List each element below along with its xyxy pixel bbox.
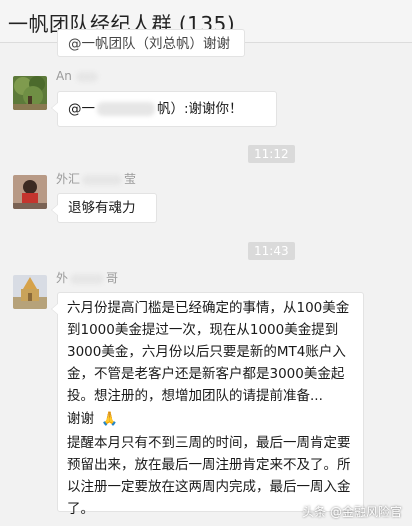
- watermark: 头条 @金融风险官: [302, 505, 402, 519]
- redacted-name: [75, 71, 98, 82]
- avatar-an[interactable]: [13, 76, 47, 110]
- sender-name: 外哥: [56, 271, 119, 285]
- message-bubble[interactable]: @一 帆）:谢谢你！: [51, 91, 277, 127]
- message-paragraph: 六月份提高门槛是已经确定的事情，从100美金到1000美金提过一次，现在从100…: [67, 300, 350, 404]
- sender-name: 外汇莹: [56, 172, 137, 186]
- timestamp: 11:43: [248, 242, 295, 260]
- sender-name: An: [56, 69, 98, 83]
- tree-avatar-image: [13, 76, 47, 110]
- message-bubble-partial[interactable]: @一帆团队（刘总帆）谢谢: [57, 29, 245, 57]
- person-avatar-image: [13, 175, 47, 209]
- message-text: @一帆团队（刘总帆）谢谢: [68, 36, 230, 52]
- redacted-name: [70, 273, 105, 284]
- timestamp: 11:12: [248, 145, 295, 163]
- message-list[interactable]: @一帆团队（刘总帆）谢谢 An @一帆）:谢谢你！ 11:12 外汇莹 退够有: [0, 29, 412, 526]
- redacted-name: [97, 102, 155, 116]
- praying-hands-icon: 🙏: [101, 411, 119, 427]
- message-thanks: 谢谢 🙏: [67, 411, 119, 427]
- palace-avatar-image: [13, 275, 47, 309]
- message-bubble[interactable]: 退够有魂力: [51, 193, 157, 223]
- avatar-user[interactable]: [13, 275, 47, 309]
- message-bubble-long[interactable]: 六月份提高门槛是已经确定的事情，从100美金到1000美金提过一次，现在从100…: [51, 292, 364, 517]
- redacted-name: [82, 174, 123, 185]
- avatar-user[interactable]: [13, 175, 47, 209]
